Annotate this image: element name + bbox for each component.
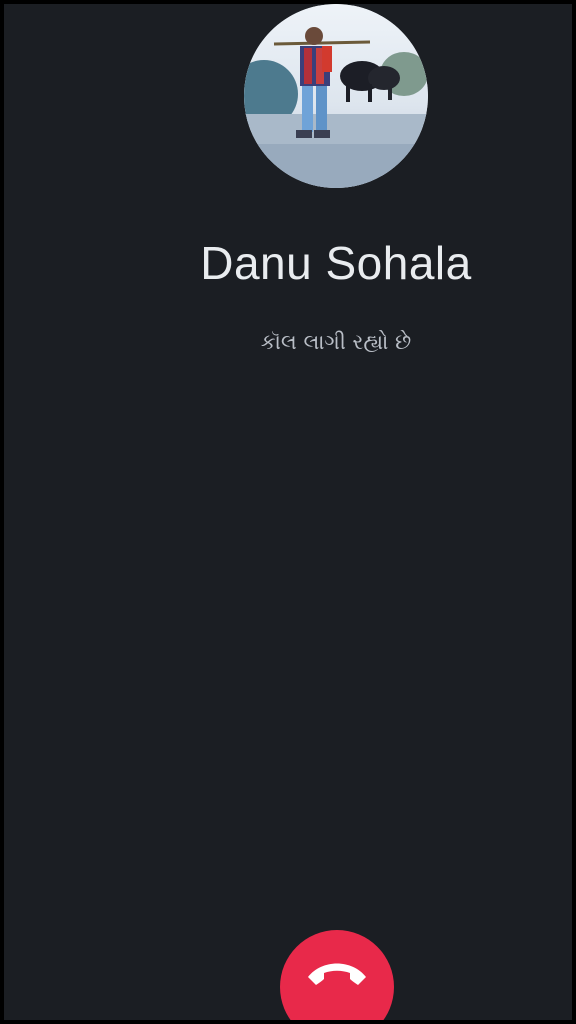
phone-hangup-icon [308,963,366,985]
call-status-text: કૉલ લાગી રહ્યો છે [260,330,412,354]
incoming-call-screen: Danu Sohala કૉલ લાગી રહ્યો છે [4,4,572,1020]
caller-avatar [244,4,428,188]
caller-name: Danu Sohala [200,237,472,289]
end-call-button[interactable] [280,930,394,1020]
